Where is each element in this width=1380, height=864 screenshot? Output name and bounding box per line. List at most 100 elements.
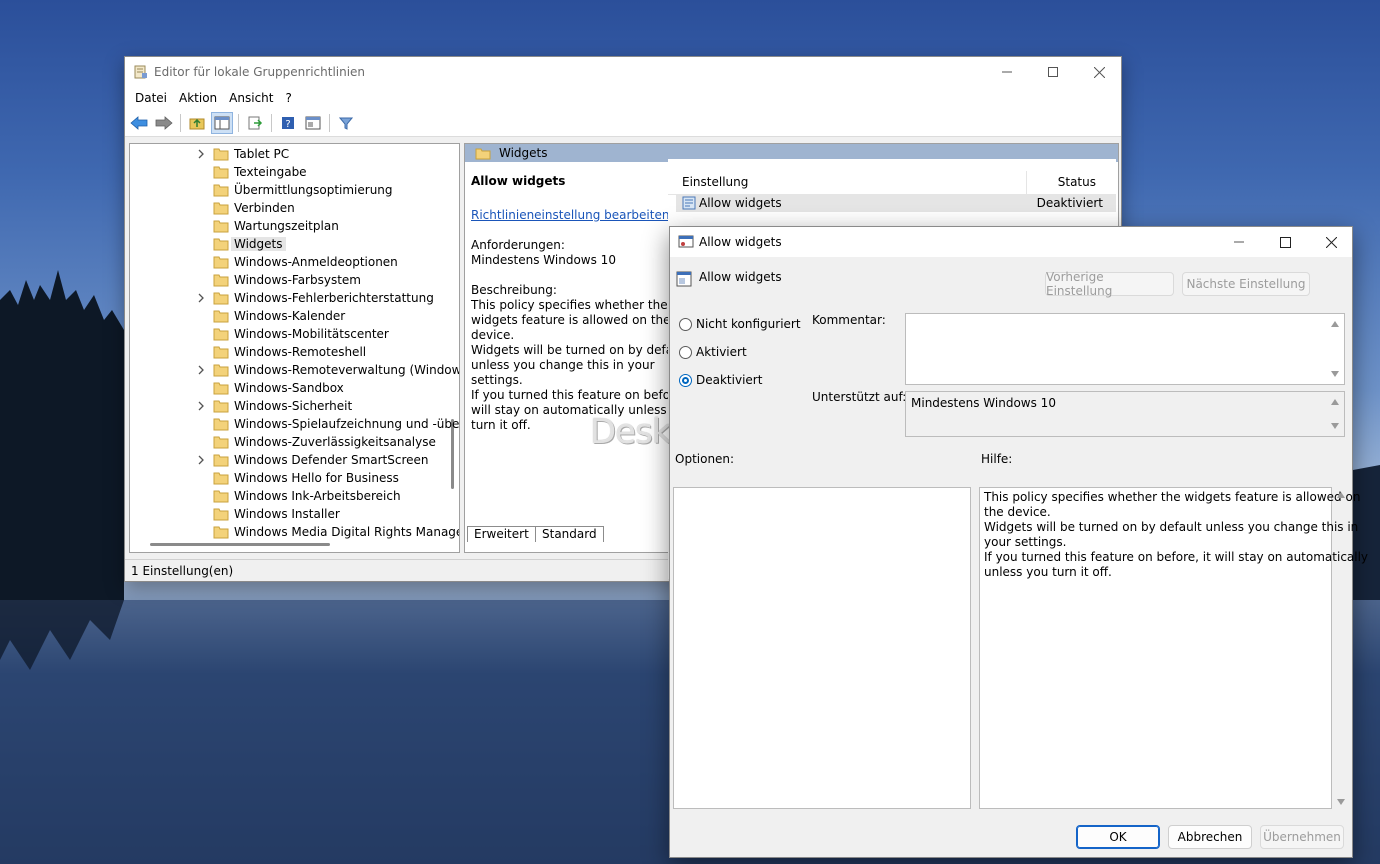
tree-item[interactable]: Windows Media Digital Rights Managem <box>130 523 459 541</box>
policy-dialog: Allow widgets Allow widgets Vorherige Ei… <box>669 226 1368 858</box>
radio-not-configured-label[interactable]: Nicht konfiguriert <box>696 317 801 331</box>
tree-item[interactable]: Windows-Spielaufzeichnung und -übert <box>130 415 459 433</box>
tree-item-label: Windows-Spielaufzeichnung und -übert <box>234 417 460 431</box>
tree-item[interactable]: Widgets <box>130 235 459 253</box>
tree-item-label: Wartungszeitplan <box>234 219 339 233</box>
help-scroll-up-arrow[interactable] <box>1337 492 1345 498</box>
forward-button[interactable] <box>153 112 175 134</box>
column-status[interactable]: Status <box>1058 175 1096 189</box>
tree-item[interactable]: Wartungszeitplan <box>130 217 459 235</box>
tree-horizontal-scrollbar[interactable] <box>150 543 330 546</box>
dialog-maximize-button[interactable] <box>1262 227 1308 257</box>
tab-erweitert[interactable]: Erweitert <box>467 526 536 542</box>
help-button[interactable]: ? <box>277 112 299 134</box>
table-row[interactable]: Allow widgets Deaktiviert <box>676 194 1116 212</box>
tree-item[interactable]: Windows Defender SmartScreen <box>130 451 459 469</box>
tree-item-label: Übermittlungsoptimierung <box>234 183 393 197</box>
folder-icon <box>213 256 229 269</box>
menu-datei[interactable]: Datei <box>129 91 173 105</box>
dialog-close-button[interactable] <box>1308 227 1354 257</box>
tree-item-label: Windows-Zuverlässigkeitsanalyse <box>234 435 436 449</box>
back-button[interactable] <box>128 112 150 134</box>
tree-item[interactable]: Windows Installer <box>130 505 459 523</box>
tree-item[interactable]: Windows-Remoteverwaltung (Windows <box>130 361 459 379</box>
tree-item[interactable]: Windows-Sicherheit <box>130 397 459 415</box>
chevron-right-icon[interactable] <box>196 454 206 466</box>
tree-item[interactable]: Windows-Zuverlässigkeitsanalyse <box>130 433 459 451</box>
arrow-right-icon <box>155 115 173 130</box>
help-panel[interactable]: This policy specifies whether the widget… <box>979 487 1368 809</box>
scroll-up-arrow[interactable] <box>1331 399 1339 405</box>
tree-item[interactable]: Windows-Anmeldeoptionen <box>130 253 459 271</box>
tree-item[interactable]: Windows-Farbsystem <box>130 271 459 289</box>
menu-aktion[interactable]: Aktion <box>173 91 223 105</box>
gpedit-app-icon <box>134 65 147 79</box>
maximize-button[interactable] <box>1030 57 1076 87</box>
tree-item[interactable]: Windows-Fehlerberichterstattung <box>130 289 459 307</box>
svg-text:?: ? <box>285 119 290 130</box>
close-icon <box>1093 66 1105 78</box>
scroll-down-arrow[interactable] <box>1331 371 1339 377</box>
apply-button[interactable]: Übernehmen <box>1260 825 1344 849</box>
console-tree[interactable]: Tablet PC Texteingabe Übermittlungsoptimie… <box>129 143 460 553</box>
show-hide-tree-button[interactable] <box>211 111 233 134</box>
tree-item[interactable]: Tablet PC <box>130 145 459 163</box>
properties-icon <box>305 116 321 129</box>
description-line: unless you change this in your <box>471 358 655 372</box>
edit-policy-link[interactable]: Richtlinieneinstellung bearbeiten <box>471 208 671 223</box>
arrow-left-icon <box>130 115 148 130</box>
radio-disabled[interactable] <box>679 374 692 387</box>
menu-bar: Datei Aktion Ansicht ? <box>125 87 1121 109</box>
tree-item[interactable]: Verbinden <box>130 199 459 217</box>
tree-item[interactable]: Windows Hello for Business <box>130 469 459 487</box>
tree-item-label: Texteingabe <box>234 165 307 179</box>
chevron-right-icon[interactable] <box>196 292 206 304</box>
minimize-button[interactable] <box>984 57 1030 87</box>
tab-standard[interactable]: Standard <box>535 526 604 542</box>
policy-description: Allow widgets Richtlinieneinstellung bea… <box>471 174 698 433</box>
tree-item[interactable]: Übermittlungsoptimierung <box>130 181 459 199</box>
previous-setting-button[interactable]: Vorherige Einstellung <box>1045 270 1174 298</box>
radio-disabled-label[interactable]: Deaktiviert <box>696 373 762 387</box>
tree-item[interactable]: Windows-Remoteshell <box>130 343 459 361</box>
tree-item[interactable]: Texteingabe <box>130 163 459 181</box>
ok-button[interactable]: OK <box>1076 825 1160 849</box>
column-setting[interactable]: Einstellung <box>682 175 748 189</box>
tree-item[interactable]: Windows Ink-Arbeitsbereich <box>130 487 459 505</box>
requirements: Anforderungen: Mindestens Windows 10 <box>471 238 671 268</box>
folder-icon <box>213 490 229 503</box>
tree-item[interactable]: Windows-Sandbox <box>130 379 459 397</box>
help-scroll-down-arrow[interactable] <box>1337 799 1345 805</box>
tree-item[interactable]: Windows-Mobilitätscenter <box>130 325 459 343</box>
chevron-right-icon[interactable] <box>196 148 206 160</box>
list-header: Einstellung Status <box>668 171 1116 195</box>
cancel-button[interactable]: Abbrechen <box>1168 825 1252 849</box>
radio-enabled[interactable] <box>679 346 692 359</box>
folder-icon <box>213 382 229 395</box>
description-line: widgets feature is allowed on the <box>471 313 671 327</box>
tree-item-label: Windows-Sandbox <box>234 381 344 395</box>
chevron-right-icon[interactable] <box>196 364 206 376</box>
chevron-right-icon[interactable] <box>196 400 206 412</box>
description-label: Beschreibung: <box>471 283 557 297</box>
scroll-down-arrow[interactable] <box>1331 423 1339 429</box>
help-line: This policy specifies whether the widget… <box>984 490 1361 504</box>
up-folder-button[interactable] <box>186 112 208 134</box>
radio-enabled-label[interactable]: Aktiviert <box>696 345 747 359</box>
dialog-minimize-button[interactable] <box>1216 227 1262 257</box>
next-setting-button[interactable]: Nächste Einstellung <box>1182 272 1310 296</box>
radio-not-configured[interactable] <box>679 318 692 331</box>
export-list-button[interactable] <box>244 112 266 134</box>
filter-button[interactable] <box>335 112 357 134</box>
toolbar-separator <box>329 113 330 132</box>
window-title: Editor für lokale Gruppenrichtlinien <box>154 65 366 79</box>
tree-item-label: Windows-Farbsystem <box>234 273 361 287</box>
comment-field[interactable] <box>905 313 1345 385</box>
menu-help[interactable]: ? <box>279 91 297 105</box>
scroll-up-arrow[interactable] <box>1331 321 1339 327</box>
tree-item[interactable]: Windows-Kalender <box>130 307 459 325</box>
close-button[interactable] <box>1076 57 1122 87</box>
properties-button[interactable] <box>302 112 324 134</box>
menu-ansicht[interactable]: Ansicht <box>223 91 279 105</box>
comment-label: Kommentar: <box>812 313 886 327</box>
